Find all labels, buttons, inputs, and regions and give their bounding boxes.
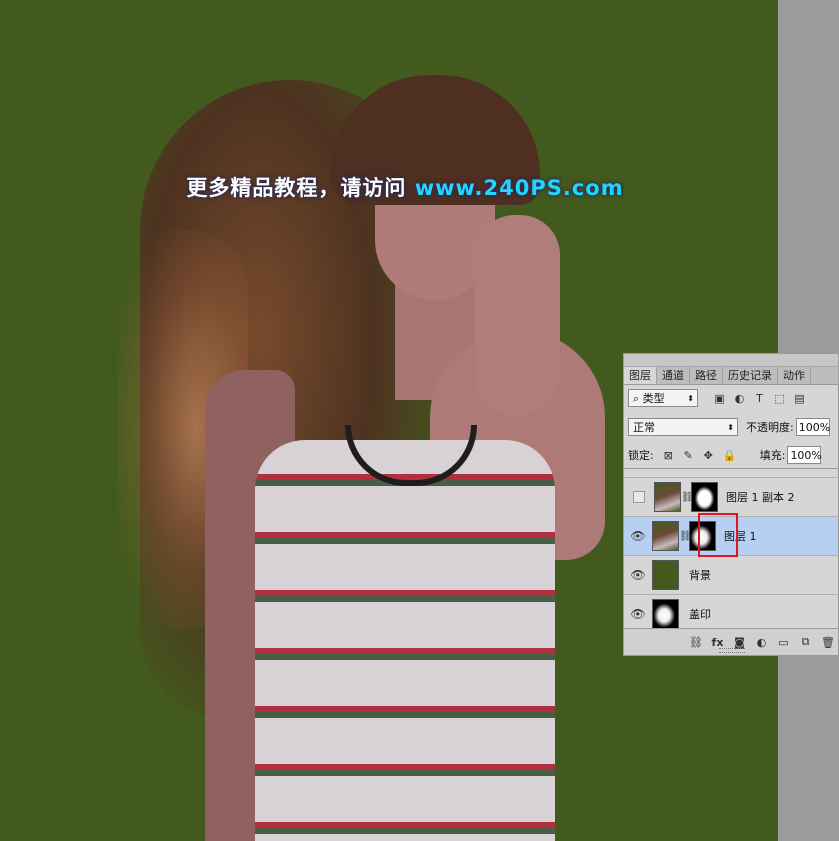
select-arrow-icon: ⬍ <box>727 423 734 432</box>
opacity-input[interactable]: 100% <box>795 418 830 436</box>
eye-icon[interactable]: 👁 <box>624 568 652 582</box>
panel-bottom-bar: ⛓ fx ◙ ◐ ▭ ⧉ 🗑 <box>624 628 838 655</box>
lock-label: 锁定: <box>628 449 654 462</box>
layers-panel: 图层 通道 路径 历史记录 动作 ⌕ 类型 ⬍ ▣ ◐ T ⬚ ▤ 正常 ⬍ 不透明… <box>623 353 839 656</box>
link-layers-icon[interactable]: ⛓ <box>689 636 703 649</box>
lock-transparency-icon[interactable]: ⊠ <box>663 450 674 461</box>
link-icon[interactable]: ⛓ <box>681 492 694 503</box>
layer-row-selected[interactable]: 👁 ⛓ 图层 1 <box>624 513 838 557</box>
panel-tabs: 图层 通道 路径 历史记录 动作 <box>624 367 838 385</box>
tab-paths[interactable]: 路径 <box>690 367 723 384</box>
fx-icon[interactable]: fx <box>711 636 724 649</box>
photo-shirt <box>255 440 555 841</box>
filter-row: ⌕ 类型 ⬍ ▣ ◐ T ⬚ ▤ <box>628 387 834 409</box>
layer-name[interactable]: 背景 <box>689 567 711 583</box>
photo-hand <box>475 215 560 415</box>
watermark-url: www.240PS.com <box>414 176 624 200</box>
blend-mode-select[interactable]: 正常 ⬍ <box>628 418 738 436</box>
layer-thumbnail[interactable] <box>652 599 679 629</box>
filter-icons: ▣ ◐ T ⬚ ▤ <box>714 393 805 404</box>
layer-name[interactable]: 盖印 <box>689 606 711 622</box>
opacity-label: 不透明度: <box>746 421 794 434</box>
trash-icon[interactable]: 🗑 <box>821 636 835 649</box>
link-icon[interactable]: ⛓ <box>679 531 692 542</box>
eye-icon[interactable]: 👁 <box>624 529 652 543</box>
layer-row[interactable]: ⛓ 图层 1 副本 2 <box>624 478 838 517</box>
adjustment-filter-icon[interactable]: ◐ <box>734 393 745 404</box>
tab-actions[interactable]: 动作 <box>778 367 811 384</box>
layer-mask-thumbnail[interactable] <box>691 482 718 512</box>
lock-all-icon[interactable]: 🔒 <box>723 450 737 461</box>
tab-channels[interactable]: 通道 <box>657 367 690 384</box>
layer-thumbnail[interactable] <box>654 482 681 512</box>
blend-row: 正常 ⬍ 不透明度: 100% <box>628 416 838 438</box>
layer-list: ⛓ 图层 1 副本 2 👁 ⛓ 图层 1 👁 背景 👁 盖印 <box>624 469 838 629</box>
layer-filter-select[interactable]: ⌕ 类型 ⬍ <box>628 389 698 407</box>
adjustment-layer-icon[interactable]: ◐ <box>755 636 768 649</box>
group-folder-icon[interactable]: ▭ <box>777 636 790 649</box>
layer-row[interactable]: 👁 盖印 <box>624 595 838 629</box>
layer-thumbnail[interactable] <box>652 521 679 551</box>
tab-layers[interactable]: 图层 <box>624 367 657 384</box>
search-icon: ⌕ <box>633 392 643 405</box>
watermark-text: 更多精品教程，请访问 <box>186 176 415 200</box>
type-filter-icon[interactable]: T <box>754 393 765 404</box>
layer-thumbnail[interactable] <box>652 560 679 590</box>
layer-name[interactable]: 图层 1 副本 2 <box>726 489 795 505</box>
panel-title-bar[interactable] <box>624 354 838 367</box>
lock-position-icon[interactable]: ✥ <box>703 450 714 461</box>
resize-grip[interactable] <box>719 648 745 653</box>
tab-history[interactable]: 历史记录 <box>723 367 778 384</box>
eye-icon[interactable]: 👁 <box>624 607 652 621</box>
image-filter-icon[interactable]: ▣ <box>714 393 725 404</box>
visibility-toggle-off[interactable] <box>633 491 645 503</box>
mask-highlight-box <box>698 513 738 557</box>
shape-filter-icon[interactable]: ⬚ <box>774 393 785 404</box>
select-arrow-icon: ⬍ <box>687 394 694 403</box>
smart-object-filter-icon[interactable]: ▤ <box>794 393 805 404</box>
add-mask-icon[interactable]: ◙ <box>733 636 746 649</box>
layer-row[interactable]: 👁 背景 <box>624 556 838 595</box>
fill-label: 填充: <box>759 449 786 462</box>
layer-filter-value: 类型 <box>642 392 665 405</box>
new-layer-icon[interactable]: ⧉ <box>799 635 812 649</box>
layer-row-partial[interactable] <box>624 469 838 478</box>
fill-input[interactable]: 100% <box>787 446 822 464</box>
lock-pixels-icon[interactable]: ✎ <box>683 450 694 461</box>
watermark: 更多精品教程，请访问 www.240PS.com <box>0 172 810 202</box>
blend-mode-value: 正常 <box>633 421 655 434</box>
lock-row: 锁定: ⊠ ✎ ✥ 🔒 填充: 100% <box>628 444 838 466</box>
